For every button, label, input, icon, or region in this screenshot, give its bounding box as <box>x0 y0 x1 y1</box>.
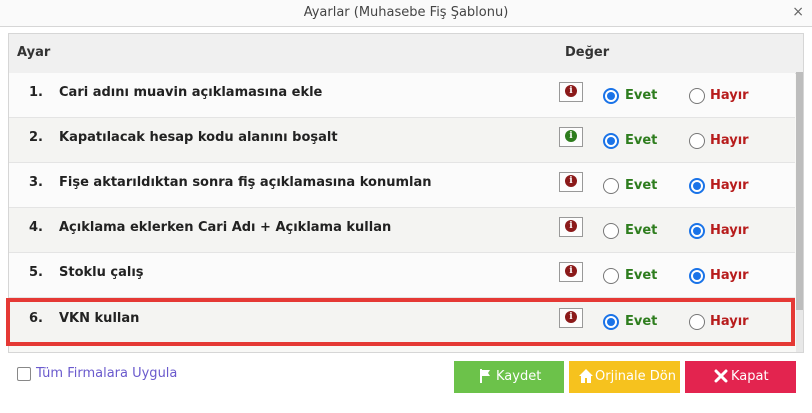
radio-hayir-label: Hayır <box>710 88 749 103</box>
radio-hayir[interactable] <box>689 133 705 149</box>
radio-hayir[interactable] <box>689 223 705 239</box>
radio-evet[interactable] <box>603 133 619 149</box>
close-label: Kapat <box>731 369 769 384</box>
settings-table: Ayar Değer 1. Cari adını muavin açıklama… <box>8 33 804 353</box>
row-number: 3. <box>29 175 43 190</box>
radio-evet-label: Evet <box>625 178 658 193</box>
radio-hayir-label: Hayır <box>710 133 749 148</box>
info-button[interactable]: i <box>559 262 583 282</box>
radio-evet-label: Evet <box>625 268 658 283</box>
close-icon <box>714 369 728 383</box>
table-row: 1. Cari adını muavin açıklamasına ekle i… <box>9 73 795 118</box>
info-icon: i <box>565 85 577 97</box>
scrollbar-thumb[interactable] <box>796 72 803 310</box>
radio-evet[interactable] <box>603 268 619 284</box>
row-label: VKN kullan <box>59 311 140 326</box>
close-icon[interactable]: × <box>792 4 804 20</box>
reset-button[interactable]: Orjinale Dön <box>569 361 680 393</box>
radio-hayir[interactable] <box>689 88 705 104</box>
row-number: 4. <box>29 220 43 235</box>
save-button[interactable]: Kaydet <box>454 361 564 393</box>
apply-all-label[interactable]: Tüm Firmalara Uygula <box>36 366 177 381</box>
info-icon: i <box>565 220 577 232</box>
save-label: Kaydet <box>496 369 542 384</box>
info-icon: i <box>565 175 577 187</box>
radio-evet-label: Evet <box>625 133 658 148</box>
window-title: Ayarlar (Muhasebe Fiş Şablonu) <box>303 5 509 20</box>
radio-hayir-label: Hayır <box>710 223 749 238</box>
radio-evet-label: Evet <box>625 314 658 329</box>
info-button[interactable]: i <box>559 308 583 328</box>
radio-hayir-label: Hayır <box>710 268 749 283</box>
row-label: Açıklama eklerken Cari Adı + Açıklama ku… <box>59 220 392 235</box>
row-label: Fişe aktarıldıktan sonra fiş açıklamasın… <box>59 175 432 190</box>
row-label: Stoklu çalış <box>59 265 144 280</box>
radio-evet[interactable] <box>603 314 619 330</box>
scrollbar[interactable] <box>796 72 803 352</box>
radio-evet-label: Evet <box>625 88 658 103</box>
apply-all-checkbox[interactable] <box>17 367 31 381</box>
table-row: 2. Kapatılacak hesap kodu alanını boşalt… <box>9 118 795 163</box>
info-button[interactable]: i <box>559 217 583 237</box>
radio-hayir[interactable] <box>689 268 705 284</box>
table-row: 6. VKN kullan i Evet Hayır <box>9 299 795 344</box>
info-button[interactable]: i <box>559 82 583 102</box>
info-button[interactable]: i <box>559 172 583 192</box>
radio-hayir-label: Hayır <box>710 178 749 193</box>
title-bar: Ayarlar (Muhasebe Fiş Şablonu) × <box>0 0 812 27</box>
reset-label: Orjinale Dön <box>595 369 676 384</box>
radio-hayir[interactable] <box>689 178 705 194</box>
info-icon: i <box>565 311 577 323</box>
row-label: Kapatılacak hesap kodu alanını boşalt <box>59 130 338 145</box>
close-button[interactable]: Kapat <box>685 361 796 393</box>
table-header: Ayar Değer <box>9 34 803 74</box>
header-setting: Ayar <box>17 45 51 60</box>
flag-icon <box>480 369 490 383</box>
table-row: 5. Stoklu çalış i Evet Hayır <box>9 253 795 298</box>
row-number: 2. <box>29 130 43 145</box>
row-number: 5. <box>29 265 43 280</box>
row-number: 1. <box>29 85 43 100</box>
radio-evet[interactable] <box>603 88 619 104</box>
radio-evet[interactable] <box>603 223 619 239</box>
table-row: 4. Açıklama eklerken Cari Adı + Açıklama… <box>9 208 795 253</box>
row-number: 6. <box>29 311 43 326</box>
radio-evet[interactable] <box>603 178 619 194</box>
info-icon: i <box>565 265 577 277</box>
radio-hayir[interactable] <box>689 314 705 330</box>
info-button[interactable]: i <box>559 127 583 147</box>
radio-hayir-label: Hayır <box>710 314 749 329</box>
row-label: Cari adını muavin açıklamasına ekle <box>59 85 323 100</box>
header-value: Değer <box>565 45 610 60</box>
radio-evet-label: Evet <box>625 223 658 238</box>
info-icon: i <box>565 130 577 142</box>
home-icon <box>579 369 593 383</box>
table-row: 3. Fişe aktarıldıktan sonra fiş açıklama… <box>9 163 795 208</box>
